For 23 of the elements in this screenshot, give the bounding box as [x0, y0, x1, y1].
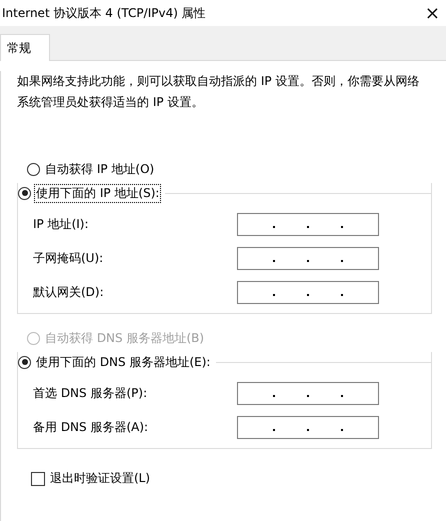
field-label: 首选 DNS 服务器(P):: [33, 384, 148, 402]
close-button[interactable]: ×: [418, 2, 446, 24]
radio-label: 自动获得 IP 地址(O): [44, 160, 156, 178]
radio-label: 自动获得 DNS 服务器地址(B): [44, 330, 206, 346]
window-title: Internet 协议版本 4 (TCP/IPv4) 属性: [2, 4, 206, 22]
field-label: 备用 DNS 服务器(A):: [33, 418, 148, 436]
ip-address-field[interactable]: [237, 280, 379, 304]
radio-button[interactable]: [18, 356, 31, 368]
ip-address-field[interactable]: [237, 416, 379, 438]
tab[interactable]: 常规: [0, 34, 50, 61]
field-label: IP 地址(I):: [33, 216, 89, 232]
radio-button[interactable]: [27, 162, 40, 176]
ip-address-field[interactable]: [237, 246, 379, 270]
checkbox-label: 退出时验证设置(L): [49, 470, 152, 487]
field-label: 默认网关(D):: [33, 284, 104, 300]
checkbox[interactable]: [31, 472, 45, 486]
field-label: 子网掩码(U):: [33, 250, 104, 266]
radio-label: 使用下面的 IP 地址(S):: [34, 184, 162, 202]
ip-address-field[interactable]: [237, 212, 379, 236]
ip-address-field[interactable]: [237, 382, 379, 404]
radio-label: 使用下面的 DNS 服务器地址(E):: [35, 354, 212, 370]
description-text: 如果网络支持此功能，则可以获取自动指派的 IP 设置。否则，你需要从网络系统管理员处获得适当的 IP 设置。: [17, 73, 420, 111]
radio-button[interactable]: [18, 186, 31, 200]
